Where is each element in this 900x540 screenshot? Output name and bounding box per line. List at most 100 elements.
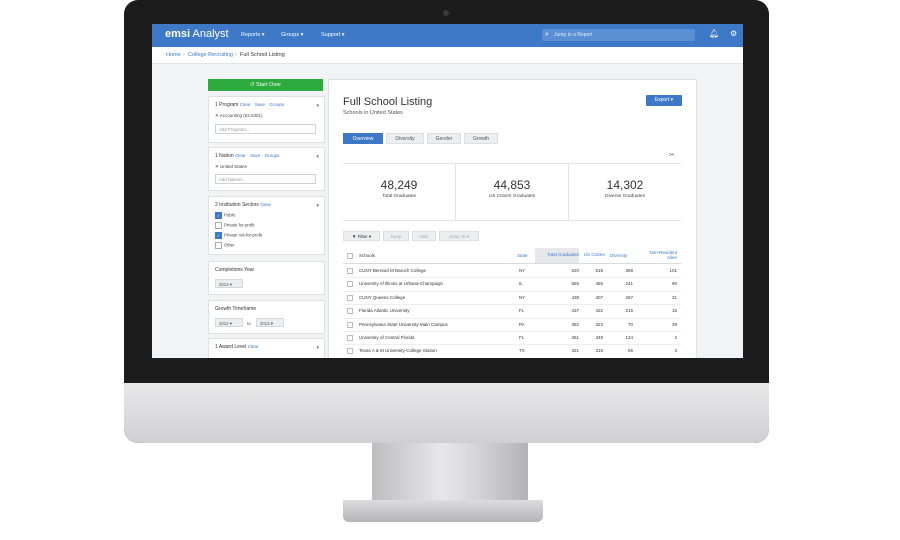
col-us-citizen[interactable]: US Citizen — [583, 248, 605, 263]
add-programs-input[interactable]: Add Programs... — [215, 124, 316, 134]
program-groups-link[interactable]: Groups — [269, 102, 284, 107]
col-non-resident-alien[interactable]: Non-Resident Alien — [641, 248, 677, 263]
collapse-caret-icon[interactable]: ▾ — [316, 154, 319, 160]
cell-non-resident-alien: 3 — [674, 348, 677, 354]
collapse-caret-icon[interactable]: ▾ — [316, 345, 319, 351]
growth-to-select[interactable]: 2013 ▾ — [256, 318, 284, 327]
jump-to-report-search[interactable]: ⌕ Jump to a Report — [542, 29, 695, 41]
growth-from-select[interactable]: 2012 ▾ — [215, 318, 243, 327]
brand-logo[interactable]: emsi Analyst — [165, 28, 229, 40]
sector-checkbox-public[interactable]: ✓ Public — [215, 212, 236, 219]
cell-school[interactable]: Texas A & M University-College Station — [359, 348, 509, 353]
cell-school[interactable]: CUNY Queens College — [359, 295, 509, 300]
select-value: 2012 — [219, 321, 229, 326]
checkbox-icon — [215, 242, 222, 249]
jump-to-button[interactable]: Jump To ▾ — [439, 231, 479, 241]
gear-icon[interactable]: ⚙ — [730, 29, 737, 38]
hide-button[interactable]: Hide — [412, 231, 436, 241]
award-clear-link[interactable]: Clear — [248, 344, 259, 349]
cell-non-resident-alien: 31 — [671, 294, 677, 300]
stat-diverse-graduates: 14,302 Diverse Graduates — [569, 164, 681, 220]
nav-reports[interactable]: Reports ▾ — [241, 32, 265, 38]
cell-diversity: 267 — [625, 294, 633, 300]
stat-value: 44,853 — [493, 178, 531, 192]
nation-filter-panel: 1 Nation Clear · Save · Groups ▾ ✕ Unite… — [208, 147, 325, 191]
stat-label: Diverse Graduates — [605, 194, 645, 199]
scissors-icon[interactable]: ✂ — [669, 151, 675, 159]
table-row[interactable]: Texas A & M University-College Station TX… — [343, 344, 681, 358]
sector-checkbox-other[interactable]: Other — [215, 242, 235, 249]
select-all-checkbox[interactable] — [347, 248, 355, 263]
cell-non-resident-alien: 90 — [671, 281, 677, 287]
separator: · — [266, 102, 268, 107]
sectors-clear-link[interactable]: Clear — [260, 202, 271, 207]
col-schools[interactable]: Schools — [359, 248, 509, 263]
table-row[interactable]: Pennsylvania State University-Main Campu… — [343, 318, 681, 332]
nation-clear-link[interactable]: Clear — [235, 153, 246, 158]
col-diversity[interactable]: Diversity — [610, 248, 635, 263]
sector-checkbox-private-for-profit[interactable]: Private for-profit — [215, 222, 255, 229]
completions-year-select[interactable]: 2013 ▾ — [215, 279, 243, 288]
nation-save-link[interactable]: Save — [250, 153, 260, 158]
row-checkbox[interactable] — [347, 308, 353, 315]
table-row[interactable]: Florida Atlantic University FL 437 422 215 15 — [343, 304, 681, 319]
collapse-caret-icon[interactable]: ▾ — [316, 103, 319, 109]
row-checkbox[interactable] — [347, 321, 353, 329]
cell-total-graduates: 362 — [571, 321, 579, 327]
growth-timeframe-label: Growth Timeframe — [215, 306, 257, 312]
cell-school[interactable]: University of Illinois at Urbana-Champai… — [359, 281, 509, 286]
stat-total-graduates: 48,249 Total Graduates — [343, 164, 456, 220]
cell-state: TX — [519, 348, 525, 354]
brand-name: emsi — [165, 28, 191, 40]
nation-groups-link[interactable]: Groups — [265, 153, 280, 158]
add-nations-input[interactable]: Add Nations... — [215, 174, 316, 184]
filter-button[interactable]: ▼ Filter ▾ — [343, 231, 380, 241]
row-checkbox[interactable] — [347, 268, 353, 275]
sector-option-label: Private for-profit — [224, 222, 255, 228]
table-row[interactable]: University of Illinois at Urbana-Champai… — [343, 277, 681, 292]
nav-support[interactable]: Support ▾ — [321, 32, 345, 38]
monitor-stand-base — [343, 500, 543, 522]
tab-gender[interactable]: Gender — [427, 133, 461, 144]
col-total-graduates[interactable]: Total Graduates — [535, 248, 579, 263]
select-value: 2013 — [260, 321, 270, 326]
row-checkbox[interactable] — [347, 335, 353, 342]
breadcrumb-home[interactable]: Home — [166, 47, 181, 63]
nation-chip[interactable]: ✕ United States — [215, 164, 247, 170]
export-button[interactable]: Export ▾ — [646, 95, 682, 106]
cell-school[interactable]: University of Central Florida — [359, 335, 509, 340]
report-panel: Full School Listing Schools in United St… — [328, 79, 697, 358]
program-chip[interactable]: ✕ Accounting (52.0301) — [215, 113, 263, 119]
keep-button[interactable]: Keep — [383, 231, 409, 241]
checkbox-icon — [347, 281, 353, 288]
cell-school[interactable]: Pennsylvania State University-Main Campu… — [359, 322, 509, 327]
tab-overview[interactable]: Overview — [343, 133, 383, 144]
row-checkbox[interactable] — [347, 294, 353, 302]
cell-school[interactable]: Florida Atlantic University — [359, 308, 509, 313]
bell-icon[interactable]: 🔔︎ — [709, 29, 719, 38]
table-row[interactable]: CUNY Bernard M Baruch College NY 620 519 369… — [343, 264, 681, 279]
nav-groups[interactable]: Groups ▾ — [281, 32, 303, 38]
program-clear-link[interactable]: Clear — [240, 102, 251, 107]
row-checkbox[interactable] — [347, 281, 353, 288]
cell-total-graduates: 620 — [571, 268, 579, 273]
table-header: Schools State Total Graduates US Citizen… — [343, 248, 681, 264]
breadcrumb-college-recruiting[interactable]: College Recruiting — [188, 47, 233, 63]
stat-value: 48,249 — [380, 178, 418, 192]
breadcrumb-separator: › — [235, 52, 237, 58]
cell-total-graduates: 351 — [571, 335, 579, 340]
cell-school[interactable]: CUNY Bernard M Baruch College — [359, 268, 509, 273]
tab-diversity[interactable]: Diversity — [386, 133, 424, 144]
table-row[interactable]: CUNY Queens College NY 438 407 267 31 — [343, 291, 681, 306]
start-over-button[interactable]: ↺ Start Over — [208, 79, 323, 91]
row-checkbox[interactable] — [347, 348, 353, 355]
checkbox-icon — [347, 268, 353, 274]
tab-growth[interactable]: Growth — [464, 133, 498, 144]
breadcrumb: Home › College Recruiting › Full School … — [152, 47, 743, 64]
page-subtitle: Schools in United States — [343, 110, 403, 116]
program-save-link[interactable]: Save — [255, 102, 265, 107]
collapse-caret-icon[interactable]: ▾ — [316, 203, 319, 209]
table-row[interactable]: University of Central Florida FL 351 349 124… — [343, 331, 681, 346]
cell-state: FL — [519, 308, 525, 314]
sector-checkbox-private-not-for-profit[interactable]: ✓ Private not-for-profit — [215, 232, 262, 239]
